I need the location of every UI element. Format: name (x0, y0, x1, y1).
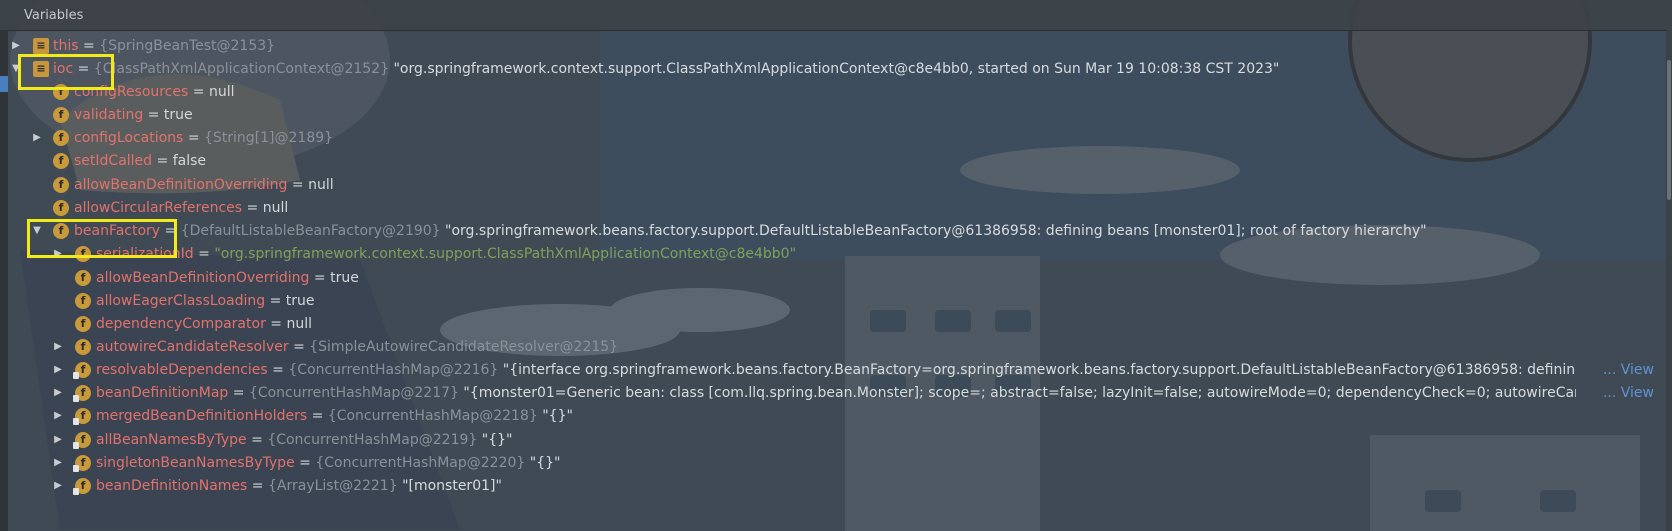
variable-type: {ConcurrentHashMap@2216} (288, 362, 499, 378)
variable-name: this (53, 38, 79, 54)
tree-row-this[interactable]: ▶ ≡ this = {SpringBeanTest@2153} (0, 34, 1666, 58)
tree-row-resolvableDependencies[interactable]: ▶ f resolvableDependencies = {Concurrent… (0, 358, 1666, 382)
tree-row-allBeanNamesByType[interactable]: ▶ f allBeanNamesByType = {ConcurrentHash… (0, 428, 1666, 452)
variable-type: {ConcurrentHashMap@2220} (315, 455, 526, 471)
expand-arrow-icon[interactable]: ▶ (52, 381, 64, 405)
variable-value: "org.springframework.context.support.Cla… (214, 246, 797, 262)
variable-value: true (330, 270, 359, 286)
variable-type: {ConcurrentHashMap@2219} (267, 432, 478, 448)
variables-panel-header: Variables (0, 0, 1672, 31)
variable-name: setIdCalled (74, 153, 153, 169)
scrollbar-thumb[interactable] (1667, 60, 1671, 200)
variable-value: "{interface org.springframework.beans.fa… (502, 362, 1576, 378)
variable-value: null (208, 84, 235, 100)
variable-name: allowBeanDefinitionOverriding (96, 270, 310, 286)
expand-arrow-icon[interactable]: ▶ (52, 474, 64, 498)
expand-arrow-icon[interactable]: ▶ (52, 404, 64, 428)
lock-icon (73, 465, 79, 472)
expand-arrow-icon[interactable]: ▶ (52, 428, 64, 452)
variable-name: autowireCandidateResolver (96, 339, 289, 355)
variable-value: null (262, 200, 289, 216)
variable-name: allowEagerClassLoading (96, 293, 266, 309)
tree-row-dependencyComparator[interactable]: f dependencyComparator = null (0, 312, 1666, 336)
variable-type: {SimpleAutowireCandidateResolver@2215} (309, 339, 619, 355)
lock-icon (73, 442, 79, 449)
field-icon: f (53, 130, 69, 146)
variable-name: allBeanNamesByType (96, 432, 247, 448)
field-icon: f (53, 107, 69, 123)
field-icon: f (53, 200, 69, 216)
field-icon: f (53, 153, 69, 169)
variable-type: {String[1]@2189} (204, 130, 334, 146)
variable-name: allowBeanDefinitionOverriding (74, 177, 288, 193)
variable-value: "{monster01=Generic bean: class [com.llq… (463, 385, 1576, 401)
panel-title: Variables (24, 8, 84, 23)
variable-name: resolvableDependencies (96, 362, 268, 378)
highlight-box-ioc (18, 54, 114, 90)
variable-value: "org.springframework.context.support.Cla… (393, 61, 1280, 77)
variable-value: null (308, 177, 334, 193)
view-link[interactable]: ... View (1603, 381, 1654, 405)
tree-row-singletonBeanNamesByType[interactable]: ▶ f singletonBeanNamesByType = {Concurre… (0, 451, 1666, 475)
scrollbar[interactable] (1666, 30, 1672, 531)
expand-arrow-icon[interactable]: ▶ (52, 451, 64, 475)
field-icon: f (75, 316, 91, 332)
variable-type: {DefaultListableBeanFactory@2190} (180, 223, 441, 239)
lock-icon (73, 418, 79, 425)
tree-row-configResources[interactable]: f configResources = null (0, 80, 1666, 104)
expand-arrow-icon[interactable]: ▶ (31, 126, 43, 150)
variable-value: "org.springframework.beans.factory.suppo… (445, 223, 1427, 239)
expand-arrow-icon[interactable]: ▶ (52, 335, 64, 359)
variable-value: "[monster01]" (402, 478, 502, 494)
tree-row-allowCircularReferences[interactable]: f allowCircularReferences = null (0, 196, 1666, 220)
variable-value: false (172, 153, 206, 169)
variable-value: "{}" (542, 408, 573, 424)
variable-type: {ConcurrentHashMap@2217} (248, 385, 459, 401)
view-link[interactable]: ... View (1603, 358, 1654, 382)
variable-name: dependencyComparator (96, 316, 266, 332)
field-icon: f (75, 293, 91, 309)
field-icon: f (53, 177, 69, 193)
tree-row-allowBeanDefinitionOverriding-2[interactable]: f allowBeanDefinitionOverriding = true (0, 266, 1666, 290)
highlight-box-beanFactory (27, 219, 177, 258)
variable-type: {ConcurrentHashMap@2218} (327, 408, 538, 424)
lock-icon (73, 488, 79, 495)
object-icon: ≡ (33, 38, 49, 54)
tree-row-beanDefinitionNames[interactable]: ▶ f beanDefinitionNames = {ArrayList@222… (0, 474, 1666, 498)
variable-name: beanDefinitionNames (96, 478, 248, 494)
tree-row-beanDefinitionMap[interactable]: ▶ f beanDefinitionMap = {ConcurrentHashM… (0, 381, 1666, 405)
tree-row-autowireCandidateResolver[interactable]: ▶ f autowireCandidateResolver = {SimpleA… (0, 335, 1666, 359)
expand-arrow-icon[interactable]: ▶ (52, 358, 64, 382)
tree-row-configLocations[interactable]: ▶ f configLocations = {String[1]@2189} (0, 126, 1666, 150)
tree-row-allowEagerClassLoading[interactable]: f allowEagerClassLoading = true (0, 289, 1666, 313)
tree-row-serializationId[interactable]: ▶ f serializationId = "org.springframewo… (0, 242, 1666, 266)
variable-type: {ClassPathXmlApplicationContext@2152} (93, 61, 390, 77)
variable-value: "{}" (529, 455, 561, 471)
variable-name: beanDefinitionMap (96, 385, 229, 401)
variable-value: true (163, 107, 193, 123)
variable-name: singletonBeanNamesByType (96, 455, 295, 471)
variable-value: true (285, 293, 315, 309)
tree-row-ioc[interactable]: ▼ ≡ ioc = {ClassPathXmlApplicationContex… (0, 57, 1666, 81)
variable-value: "{}" (481, 432, 513, 448)
field-icon: f (75, 339, 91, 355)
variable-type: {SpringBeanTest@2153} (99, 38, 276, 54)
variable-type: {ArrayList@2221} (267, 478, 398, 494)
tree-row-validating[interactable]: f validating = true (0, 103, 1666, 127)
tree-row-allowBeanDefinitionOverriding[interactable]: f allowBeanDefinitionOverriding = null (0, 173, 1666, 197)
tree-row-beanFactory[interactable]: ▼ f beanFactory = {DefaultListableBeanFa… (0, 219, 1666, 243)
variable-value: null (286, 316, 312, 332)
lock-icon (73, 372, 79, 379)
variable-name: mergedBeanDefinitionHolders (96, 408, 308, 424)
variable-name: allowCircularReferences (74, 200, 243, 216)
variable-name: validating (74, 107, 144, 123)
lock-icon (73, 395, 79, 402)
tree-row-setIdCalled[interactable]: f setIdCalled = false (0, 149, 1666, 173)
variable-name: configLocations (74, 130, 184, 146)
tree-row-mergedBeanDefinitionHolders[interactable]: ▶ f mergedBeanDefinitionHolders = {Concu… (0, 404, 1666, 428)
field-icon: f (75, 270, 91, 286)
